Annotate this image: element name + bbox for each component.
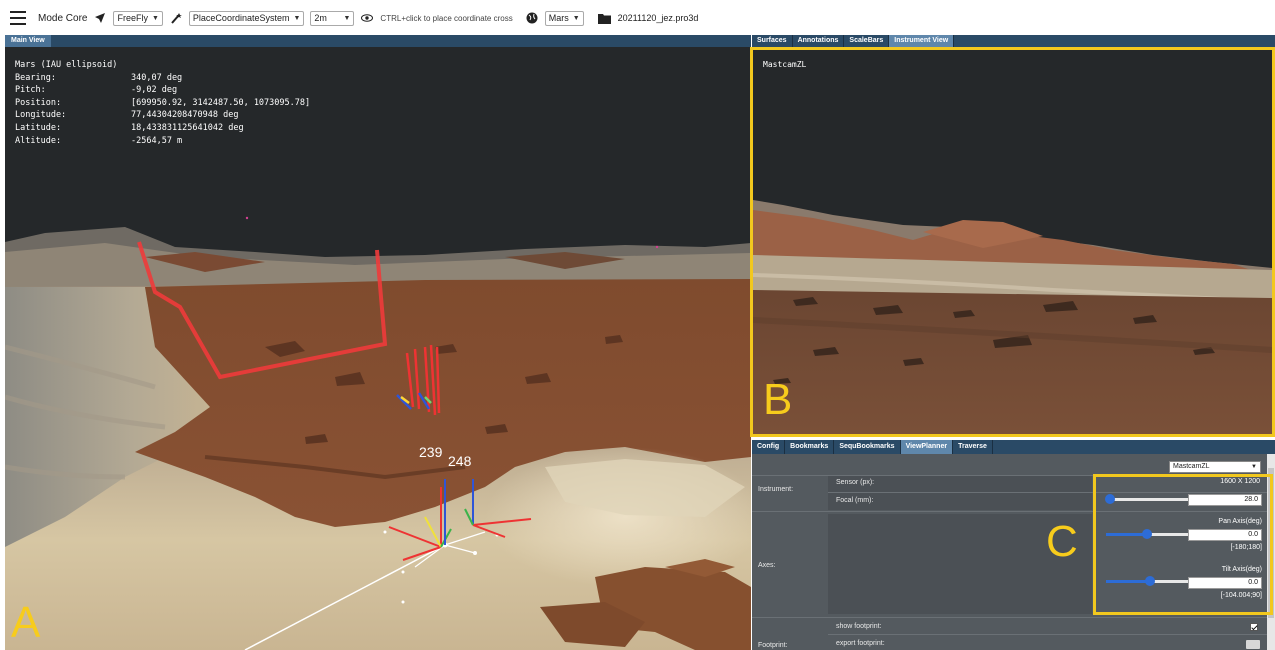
sensor-label: Sensor (px): (836, 479, 875, 486)
tab-traverse[interactable]: Traverse (953, 440, 993, 454)
tab-annotations[interactable]: Annotations (793, 35, 845, 47)
coordinate-marker-label[interactable]: 248 (448, 453, 471, 469)
readout-row: Altitude: -2564,57 m (15, 135, 310, 148)
coordinate-marker-label[interactable]: 239 (419, 444, 442, 460)
navigation-arrow-icon (93, 11, 107, 25)
folder-icon[interactable] (598, 11, 612, 25)
chevron-down-icon: ▼ (293, 14, 301, 22)
readout-key: Bearing: (15, 72, 56, 83)
chevron-down-icon: ▼ (343, 14, 351, 22)
tab-bookmarks[interactable]: Bookmarks (785, 440, 835, 454)
globe-icon (525, 11, 539, 25)
tab-viewplanner[interactable]: ViewPlanner (900, 440, 954, 454)
readout-row: Bearing: 340,07 deg (15, 72, 310, 85)
tool-value: PlaceCoordinateSystem (192, 13, 290, 23)
size-value: 2m (314, 13, 327, 23)
readout-value: -9,02 deg (131, 85, 178, 96)
instrument-scene (753, 50, 1272, 434)
toolbar: Mode Core FreeFly ▼ PlaceCoordinateSystem… (0, 0, 1275, 36)
readout-key: Position: (15, 97, 62, 108)
readout-value: -2564,57 m (131, 135, 183, 146)
chevron-down-icon: ▼ (1251, 464, 1257, 470)
readout-value: 77,44304208470948 deg (131, 110, 239, 121)
show-footprint-checkbox[interactable] (1250, 623, 1258, 631)
readout-value: 18,433831125641042 deg (131, 122, 244, 133)
project-file-name: 20211120_jez.pro3d (617, 13, 699, 23)
readout-row: Longitude: 77,44304208470948 deg (15, 109, 310, 122)
menu-icon[interactable] (10, 11, 26, 25)
axes-label: Axes: (758, 562, 776, 569)
readout-value: 340,07 deg (131, 72, 183, 83)
figure-label-c: C (1046, 517, 1078, 566)
navigation-mode-select[interactable]: FreeFly ▼ (113, 10, 163, 26)
readout-key: Mars (IAU ellipsoid) (15, 60, 118, 70)
planet-select[interactable]: Mars ▼ (544, 10, 584, 26)
highlight-box-c (1093, 474, 1273, 615)
tab-surfaces[interactable]: Surfaces (752, 35, 793, 47)
tool-select[interactable]: PlaceCoordinateSystem ▼ (188, 10, 305, 26)
readout-row: Pitch: -9,02 deg (15, 84, 310, 97)
readout-row: Position: [699950.92, 3142487.50, 1073095… (15, 97, 310, 110)
divider (752, 617, 1267, 618)
readout-key: Longitude: (15, 110, 67, 121)
main-view-panel[interactable]: Main View Mars (IAU ellipsoid) Bearing: … (5, 35, 751, 650)
focal-label: Focal (mm): (836, 497, 874, 504)
tab-config[interactable]: Config (752, 440, 786, 454)
mode-label: Mode Core (38, 12, 88, 24)
divider (828, 634, 1267, 635)
instrument-label: Instrument: (758, 486, 794, 493)
tab-main-view[interactable]: Main View (5, 35, 51, 47)
footprint-label: Footprint: (758, 642, 788, 649)
readout-row: Latitude: 18,433831125641042 deg (15, 122, 310, 135)
lower-tab-bar: Config Bookmarks SequBookmarks ViewPlann… (752, 440, 1275, 454)
show-footprint-label: show footprint: (836, 623, 882, 630)
size-select[interactable]: 2m ▼ (310, 10, 355, 26)
chevron-down-icon: ▼ (572, 14, 580, 22)
planet-value: Mars (548, 13, 569, 23)
main-view-header (5, 35, 751, 47)
tab-scalebars[interactable]: ScaleBars (844, 35, 890, 47)
export-footprint-button[interactable] (1246, 640, 1260, 649)
placement-hint: CTRL+click to place coordinate cross (380, 13, 513, 23)
figure-label-a: A (11, 598, 41, 647)
eye-icon (360, 11, 374, 25)
instrument-select-value: MastcamZL (1173, 463, 1210, 470)
camera-readout: Mars (IAU ellipsoid) Bearing: 340,07 deg … (15, 59, 310, 147)
readout-key: Altitude: (15, 135, 62, 146)
export-footprint-label: export footprint: (836, 640, 885, 647)
readout-row: Mars (IAU ellipsoid) (15, 59, 310, 72)
readout-key: Latitude: (15, 122, 62, 133)
chevron-down-icon: ▼ (151, 14, 159, 22)
instrument-select[interactable]: MastcamZL ▼ (1169, 461, 1261, 473)
camera-name-label: MastcamZL (763, 60, 807, 69)
magic-wand-icon[interactable] (169, 11, 183, 25)
navigation-mode-value: FreeFly (117, 13, 148, 23)
instrument-view-panel[interactable]: MastcamZL B (750, 47, 1275, 437)
right-tab-bar: Surfaces Annotations ScaleBars Instrumen… (752, 35, 1275, 47)
figure-label-b: B (763, 375, 793, 424)
readout-key: Pitch: (15, 85, 46, 96)
readout-value: [699950.92, 3142487.50, 1073095.78] (131, 97, 311, 108)
tab-instrument-view[interactable]: Instrument View (889, 35, 955, 47)
tab-sequbookmarks[interactable]: SequBookmarks (834, 440, 901, 454)
